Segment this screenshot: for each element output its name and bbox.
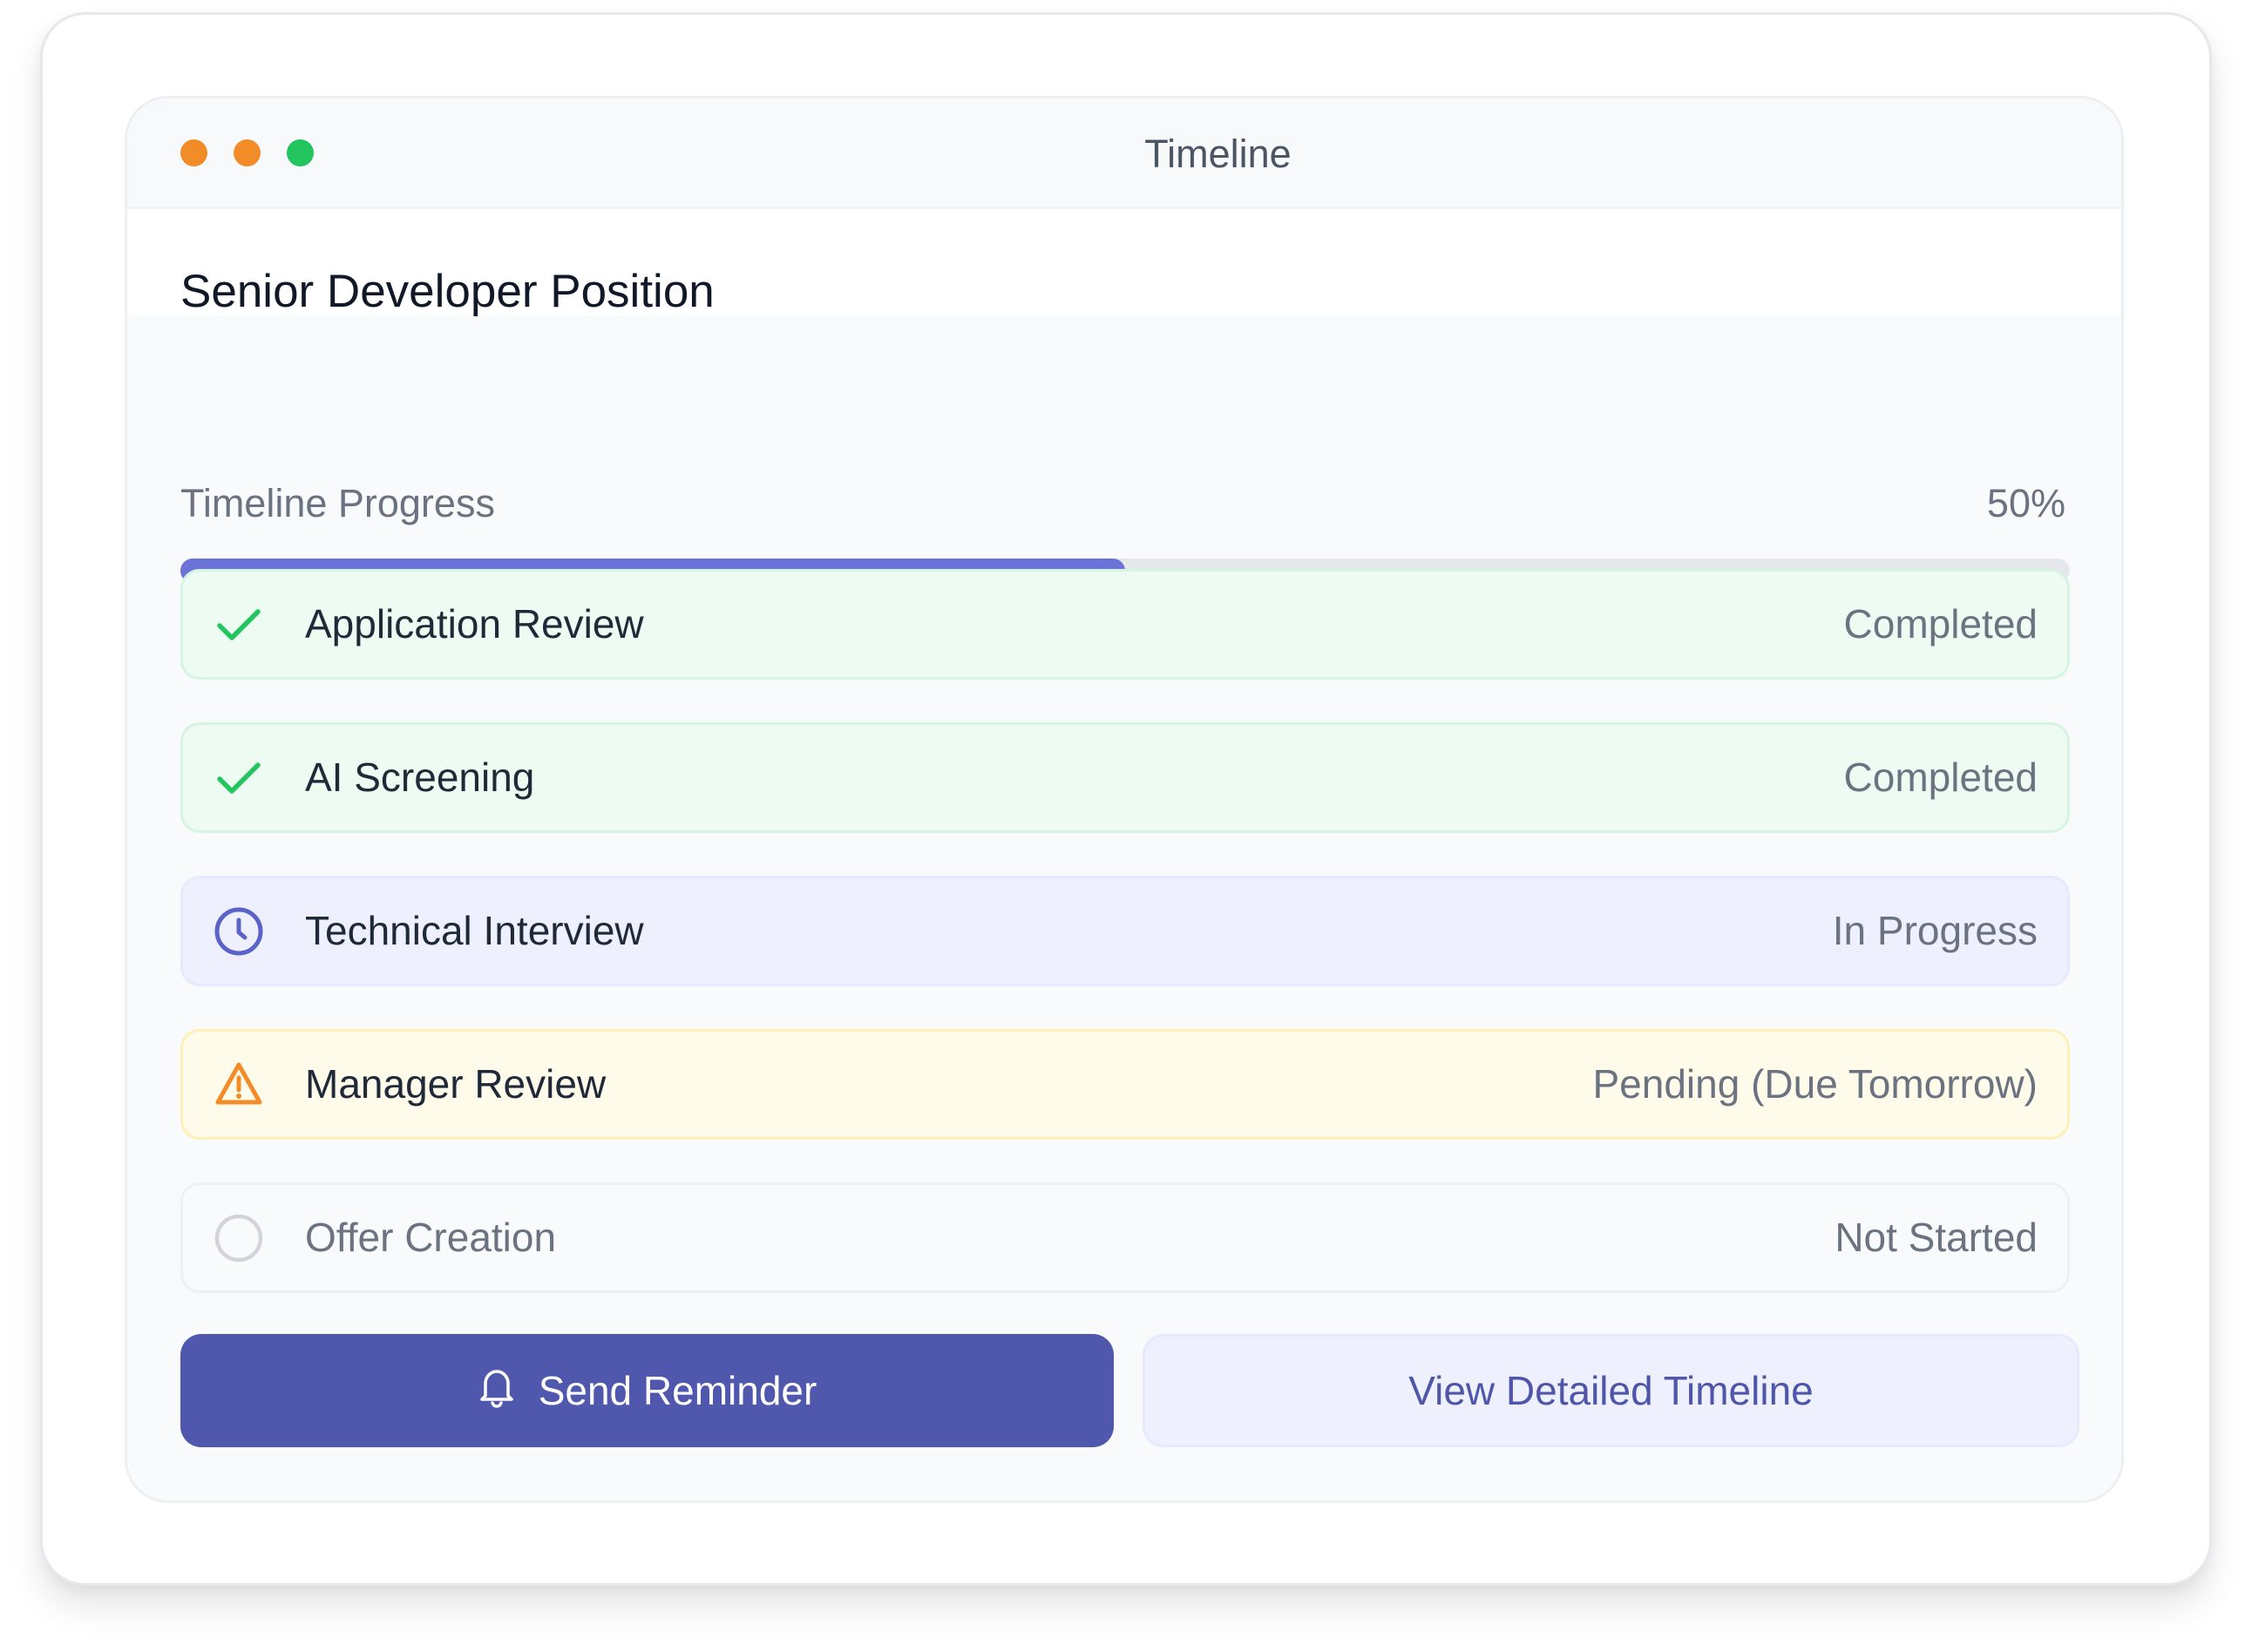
- clock-icon: [213, 905, 265, 958]
- step-name: Application Review: [305, 601, 644, 647]
- step-application-review[interactable]: Application Review Completed: [180, 569, 2070, 680]
- step-name: AI Screening: [305, 755, 535, 800]
- view-timeline-label: View Detailed Timeline: [1408, 1368, 1814, 1413]
- step-manager-review[interactable]: Manager Review Pending (Due Tomorrow): [180, 1029, 2070, 1140]
- step-ai-screening[interactable]: AI Screening Completed: [180, 722, 2070, 833]
- step-status: In Progress: [1832, 908, 2038, 953]
- step-status: Not Started: [1835, 1215, 2038, 1260]
- send-reminder-button[interactable]: Send Reminder: [180, 1334, 1114, 1447]
- window-titlebar: Timeline: [127, 98, 2121, 209]
- progress-label: Timeline Progress: [180, 481, 495, 525]
- step-status: Pending (Due Tomorrow): [1592, 1061, 2038, 1107]
- check-icon: [213, 752, 265, 804]
- step-name: Manager Review: [305, 1061, 607, 1107]
- window-title: Timeline: [1144, 132, 1292, 176]
- warning-icon: [213, 1059, 265, 1111]
- step-status: Completed: [1843, 755, 2038, 800]
- timeline-steps: Application Review Completed AI Screenin…: [180, 569, 2070, 1336]
- empty-circle-icon: [213, 1212, 265, 1264]
- step-name: Technical Interview: [305, 908, 644, 953]
- step-status: Completed: [1843, 601, 2038, 647]
- step-technical-interview[interactable]: Technical Interview In Progress: [180, 876, 2070, 986]
- position-title: Senior Developer Position: [180, 266, 715, 317]
- progress-percent: 50%: [1986, 481, 2065, 525]
- view-detailed-timeline-button[interactable]: View Detailed Timeline: [1143, 1334, 2079, 1447]
- bell-icon: [478, 1364, 516, 1418]
- step-offer-creation[interactable]: Offer Creation Not Started: [180, 1182, 2070, 1293]
- step-name: Offer Creation: [305, 1215, 557, 1260]
- timeline-window: Timeline Senior Developer Position Timel…: [125, 96, 2124, 1503]
- send-reminder-label: Send Reminder: [538, 1368, 817, 1413]
- check-icon: [213, 599, 265, 651]
